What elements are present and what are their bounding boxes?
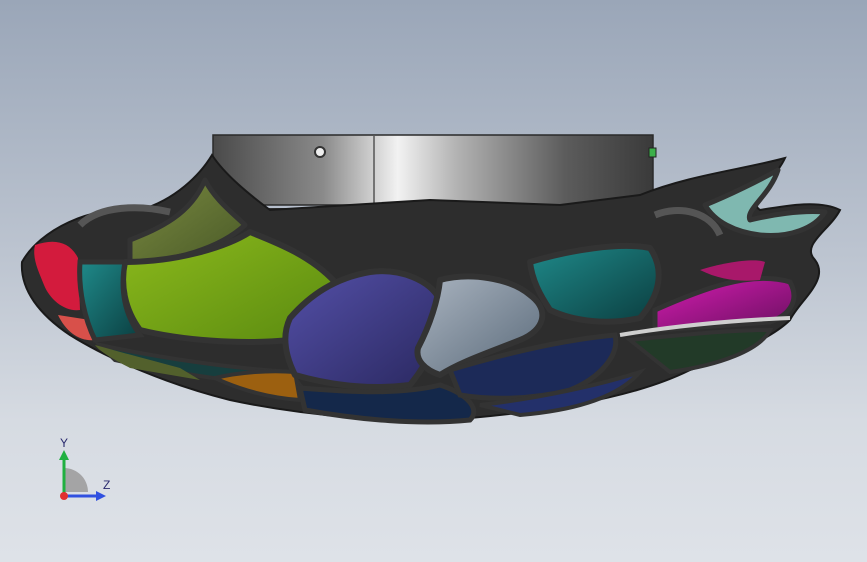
glass-panel-navy [296,382,477,425]
model-viewport[interactable] [0,0,867,562]
triad-plane [64,468,88,492]
triad-y-label: Y [60,436,68,450]
canopy-screw [314,146,326,158]
triad-z-arrow [96,491,106,501]
lamp-canopy[interactable] [212,134,657,206]
glass-panel-teal-right [527,242,662,325]
canopy-clip [648,147,657,158]
triad-y-arrow [59,450,69,460]
triad-z-label: Z [103,478,110,492]
orientation-triad[interactable]: Y Z [40,430,130,520]
triad-x-axis [60,492,68,500]
